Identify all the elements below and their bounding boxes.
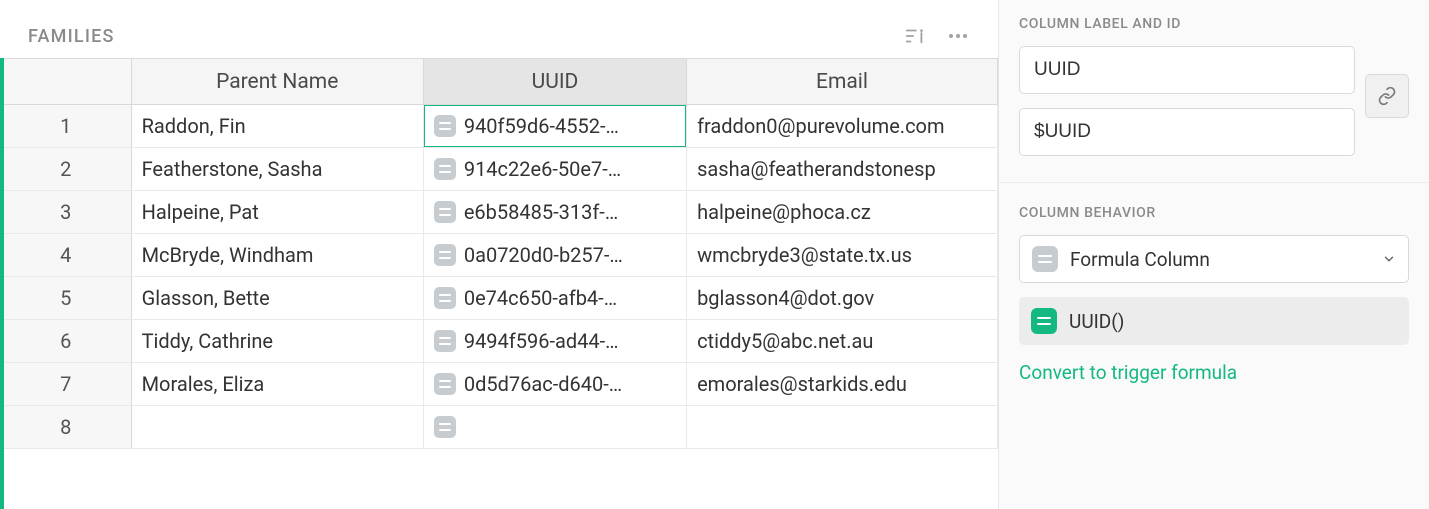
cell-email[interactable]: fraddon0@purevolume.com — [687, 105, 998, 148]
table-row[interactable]: 7Morales, Eliza 0d5d76ac-d640-… emorales@s… — [1, 363, 998, 406]
cell-uuid[interactable]: 0a0720d0-b257-… — [423, 234, 686, 277]
cell-email[interactable]: wmcbryde3@state.tx.us — [687, 234, 998, 277]
formula-column-icon — [1032, 246, 1058, 272]
table-title: FAMILIES — [28, 26, 115, 47]
cell-email[interactable]: sasha@featherandstonesp — [687, 148, 998, 191]
cell-parent-name[interactable] — [131, 406, 423, 449]
reference-icon — [434, 330, 456, 352]
row-number[interactable]: 7 — [1, 363, 132, 406]
table-row[interactable]: 1Raddon, Fin 940f59d6-4552-… fraddon0@pure… — [1, 105, 998, 148]
row-number[interactable]: 6 — [1, 320, 132, 363]
row-number[interactable]: 3 — [1, 191, 132, 234]
column-header-uuid[interactable]: UUID — [423, 59, 686, 105]
main-area: FAMILIES — [0, 0, 998, 509]
reference-icon — [434, 416, 456, 438]
cell-uuid[interactable]: e6b58485-313f-… — [423, 191, 686, 234]
chevron-down-icon — [1382, 248, 1396, 271]
data-table[interactable]: Parent Name UUID Email 1Raddon, Fin 940f5… — [0, 58, 998, 449]
active-table-indicator — [0, 58, 4, 509]
row-number[interactable]: 4 — [1, 234, 132, 277]
uuid-value: 0d5d76ac-d640-… — [464, 372, 622, 396]
uuid-value: 914c22e6-50e7-… — [464, 157, 621, 181]
section-column-behavior: COLUMN BEHAVIOR — [1019, 205, 1409, 221]
row-number[interactable]: 5 — [1, 277, 132, 320]
cell-email[interactable]: emorales@starkids.edu — [687, 363, 998, 406]
cell-uuid[interactable] — [423, 406, 686, 449]
link-label-id-button[interactable] — [1365, 74, 1409, 118]
cell-parent-name[interactable]: Halpeine, Pat — [131, 191, 423, 234]
table-row[interactable]: 6Tiddy, Cathrine 9494f596-ad44-… ctiddy5@a… — [1, 320, 998, 363]
reference-icon — [434, 373, 456, 395]
table-row[interactable]: 2Featherstone, Sasha 914c22e6-50e7-… sasha… — [1, 148, 998, 191]
cell-email[interactable]: halpeine@phoca.cz — [687, 191, 998, 234]
row-number[interactable]: 2 — [1, 148, 132, 191]
reference-icon — [434, 244, 456, 266]
row-number[interactable]: 1 — [1, 105, 132, 148]
reference-icon — [434, 158, 456, 180]
reference-icon — [434, 115, 456, 137]
formula-editor[interactable]: UUID() — [1019, 297, 1409, 345]
column-header-email[interactable]: Email — [687, 59, 998, 105]
convert-to-trigger-link[interactable]: Convert to trigger formula — [1019, 361, 1409, 384]
cell-parent-name[interactable]: Tiddy, Cathrine — [131, 320, 423, 363]
cell-email[interactable] — [687, 406, 998, 449]
cell-uuid[interactable]: 0e74c650-afb4-… — [423, 277, 686, 320]
section-column-label-id: COLUMN LABEL AND ID — [1019, 16, 1409, 32]
column-header-parent-name[interactable]: Parent Name — [131, 59, 423, 105]
row-number-header[interactable] — [1, 59, 132, 105]
cell-parent-name[interactable]: Featherstone, Sasha — [131, 148, 423, 191]
uuid-value: 0a0720d0-b257-… — [464, 243, 623, 267]
formula-text: UUID() — [1069, 310, 1124, 333]
cell-parent-name[interactable]: Morales, Eliza — [131, 363, 423, 406]
table-row[interactable]: 5Glasson, Bette 0e74c650-afb4-… bglasson4@… — [1, 277, 998, 320]
cell-parent-name[interactable]: Glasson, Bette — [131, 277, 423, 320]
uuid-value: e6b58485-313f-… — [464, 200, 618, 224]
cell-parent-name[interactable]: McBryde, Windham — [131, 234, 423, 277]
formula-icon — [1031, 308, 1057, 334]
cell-uuid[interactable]: 9494f596-ad44-… — [423, 320, 686, 363]
column-behavior-value: Formula Column — [1070, 248, 1210, 271]
cell-email[interactable]: bglasson4@dot.gov — [687, 277, 998, 320]
column-label-input[interactable] — [1019, 46, 1355, 94]
reference-icon — [434, 201, 456, 223]
cell-parent-name[interactable]: Raddon, Fin — [131, 105, 423, 148]
cell-email[interactable]: ctiddy5@abc.net.au — [687, 320, 998, 363]
cell-uuid[interactable]: 0d5d76ac-d640-… — [423, 363, 686, 406]
column-id-input[interactable] — [1019, 108, 1355, 156]
table-container: Parent Name UUID Email 1Raddon, Fin 940f5… — [0, 58, 998, 509]
more-menu-icon[interactable] — [946, 24, 970, 48]
uuid-value: 0e74c650-afb4-… — [464, 286, 617, 310]
table-row[interactable]: 3Halpeine, Pat e6b58485-313f-… halpeine@ph… — [1, 191, 998, 234]
table-row[interactable]: 4McBryde, Windham 0a0720d0-b257-… wmcbryde… — [1, 234, 998, 277]
column-config-panel: COLUMN LABEL AND ID COLUMN BEHAVIOR For — [998, 0, 1429, 509]
uuid-value: 9494f596-ad44-… — [464, 329, 619, 353]
sort-filter-icon[interactable] — [904, 25, 926, 47]
reference-icon — [434, 287, 456, 309]
table-row[interactable]: 8 — [1, 406, 998, 449]
uuid-value: 940f59d6-4552-… — [464, 114, 619, 138]
column-behavior-select[interactable]: Formula Column — [1019, 235, 1409, 283]
row-number[interactable]: 8 — [1, 406, 132, 449]
cell-uuid[interactable]: 940f59d6-4552-… — [423, 105, 686, 148]
cell-uuid[interactable]: 914c22e6-50e7-… — [423, 148, 686, 191]
